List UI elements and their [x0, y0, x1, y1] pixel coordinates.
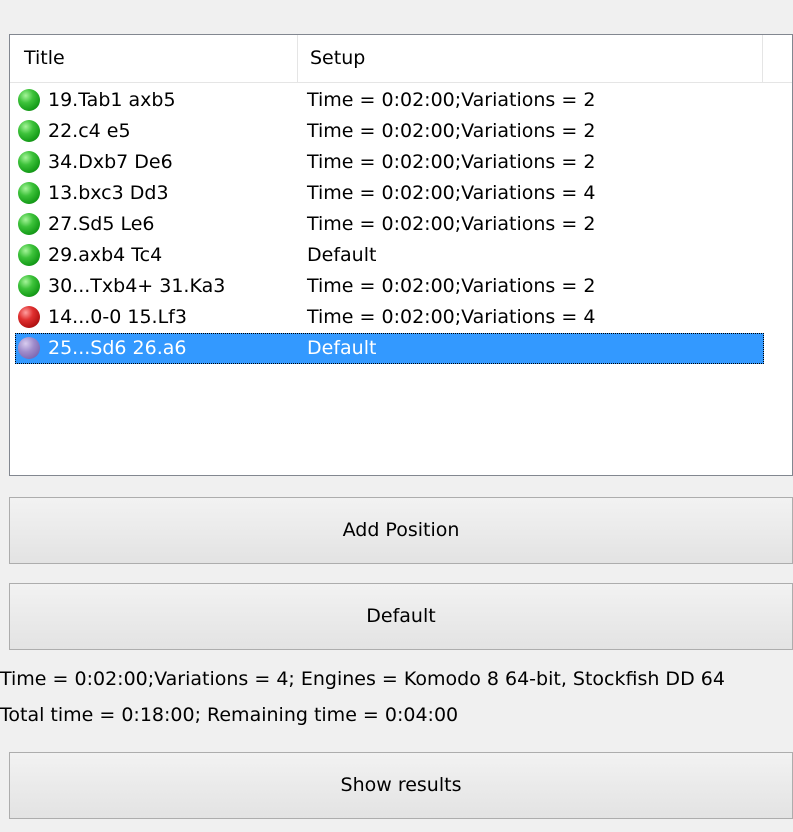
status-green-icon: [18, 89, 40, 111]
list-rows: 19.Tab1 axb5 Time = 0:02:00;Variations =…: [10, 85, 792, 364]
list-row[interactable]: 30...Txb4+ 31.Ka3 Time = 0:02:00;Variati…: [10, 271, 792, 302]
row-title: 13.bxc3 Dd3: [48, 182, 169, 204]
list-row[interactable]: 13.bxc3 Dd3 Time = 0:02:00;Variations = …: [10, 178, 792, 209]
row-setup: Time = 0:02:00;Variations = 4: [307, 182, 596, 204]
status-red-icon: [18, 306, 40, 328]
row-setup: Time = 0:02:00;Variations = 4: [307, 306, 596, 328]
status-green-icon: [18, 120, 40, 142]
status-green-icon: [18, 151, 40, 173]
positions-list[interactable]: Title Setup 19.Tab1 axb5 Time = 0:02:00;…: [9, 34, 793, 476]
row-setup: Time = 0:02:00;Variations = 2: [307, 120, 596, 142]
row-setup: Time = 0:02:00;Variations = 2: [307, 151, 596, 173]
status-green-icon: [18, 182, 40, 204]
row-title: 25...Sd6 26.a6: [48, 337, 187, 359]
list-row[interactable]: 27.Sd5 Le6 Time = 0:02:00;Variations = 2: [10, 209, 792, 240]
status-green-icon: [18, 275, 40, 297]
list-row[interactable]: 22.c4 e5 Time = 0:02:00;Variations = 2: [10, 116, 792, 147]
row-setup: Time = 0:02:00;Variations = 2: [307, 89, 596, 111]
list-row[interactable]: 14...0-0 15.Lf3 Time = 0:02:00;Variation…: [10, 302, 792, 333]
row-title: 19.Tab1 axb5: [48, 89, 176, 111]
status-green-icon: [18, 244, 40, 266]
list-row-selected[interactable]: 25...Sd6 26.a6 Default: [10, 333, 792, 364]
list-row[interactable]: 19.Tab1 axb5 Time = 0:02:00;Variations =…: [10, 85, 792, 116]
show-results-button[interactable]: Show results: [9, 752, 793, 819]
row-title: 34.Dxb7 De6: [48, 151, 173, 173]
column-header-title[interactable]: Title: [10, 35, 298, 82]
list-row[interactable]: 34.Dxb7 De6 Time = 0:02:00;Variations = …: [10, 147, 792, 178]
row-setup: Time = 0:02:00;Variations = 2: [307, 213, 596, 235]
row-setup: Default: [307, 244, 377, 266]
status-purple-icon: [18, 337, 40, 359]
row-title: 29.axb4 Tc4: [48, 244, 163, 266]
time-summary-text: Total time = 0:18:00; Remaining time = 0…: [0, 704, 459, 726]
row-title: 22.c4 e5: [48, 120, 131, 142]
list-row[interactable]: 29.axb4 Tc4 Default: [10, 240, 792, 271]
setup-summary-text: Time = 0:02:00;Variations = 4; Engines =…: [0, 668, 725, 690]
row-title: 14...0-0 15.Lf3: [48, 306, 187, 328]
row-setup: Default: [307, 337, 377, 359]
row-title: 27.Sd5 Le6: [48, 213, 155, 235]
status-green-icon: [18, 213, 40, 235]
row-setup: Time = 0:02:00;Variations = 2: [307, 275, 596, 297]
add-position-button[interactable]: Add Position: [9, 497, 793, 564]
default-button[interactable]: Default: [9, 583, 793, 650]
list-header: Title Setup: [10, 35, 792, 83]
row-title: 30...Txb4+ 31.Ka3: [48, 275, 226, 297]
column-header-setup[interactable]: Setup: [298, 35, 763, 82]
